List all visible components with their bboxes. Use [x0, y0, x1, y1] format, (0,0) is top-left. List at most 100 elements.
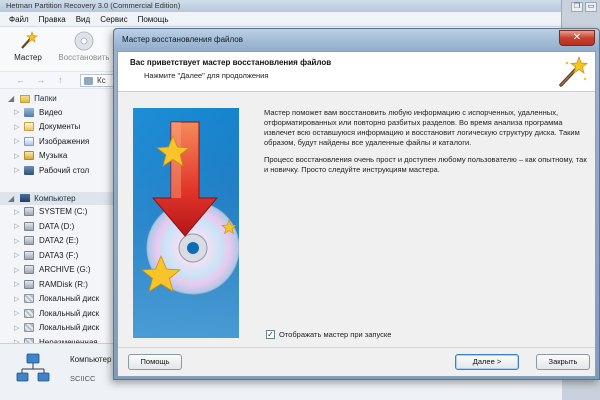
wizard-header-subtitle: Нажмите "Далее" для продолжения — [144, 71, 269, 80]
wizard-illustration — [133, 108, 239, 338]
collapse-arrow-icon[interactable]: ▷ — [14, 137, 24, 145]
images-folder-icon — [24, 136, 34, 146]
tree-item-local-disk-1[interactable]: ▷ Локальный диск — [0, 292, 120, 307]
collapse-arrow-icon[interactable]: ▷ — [14, 166, 24, 174]
documents-folder-icon — [24, 122, 34, 132]
tree-item-local-disk-2[interactable]: ▷ Локальный диск — [0, 306, 120, 321]
drive-icon — [24, 250, 34, 260]
recovery-wizard-dialog: Мастер восстановления файлов ✕ Вас приве… — [113, 28, 600, 380]
computer-icon — [20, 194, 31, 202]
collapse-arrow-icon[interactable]: ▷ — [14, 251, 24, 259]
collapse-arrow-icon[interactable]: ▷ — [14, 222, 24, 230]
desktop-folder-icon — [24, 165, 34, 175]
collapse-arrow-icon[interactable]: ▷ — [14, 208, 24, 216]
tree-item-local-disk-3[interactable]: ▷ Локальный диск — [0, 321, 120, 336]
back-arrow-icon[interactable]: ← — [16, 75, 25, 85]
folder-tree: ◢ Папки ▷ Видео ▷ Документы ▷ Изображени… — [0, 92, 120, 350]
tree-item-drive-d[interactable]: ▷ DATA (D:) — [0, 219, 120, 234]
address-text: Кс — [97, 76, 106, 85]
tree-item-drive-e[interactable]: ▷ DATA2 (E:) — [0, 234, 120, 249]
collapse-arrow-icon[interactable]: ▷ — [14, 123, 24, 131]
drive-icon — [24, 236, 34, 246]
restore-window-icon[interactable]: ❐ — [571, 2, 583, 12]
expand-arrow-icon[interactable]: ◢ — [8, 94, 14, 103]
collapse-arrow-icon[interactable]: ▷ — [14, 324, 24, 332]
disc-icon — [74, 31, 94, 51]
wizard-titlebar[interactable]: Мастер восстановления файлов ✕ — [114, 29, 599, 51]
collapse-arrow-icon[interactable]: ▷ — [14, 280, 24, 288]
tree-item-drive-f[interactable]: ▷ DATA3 (F:) — [0, 248, 120, 263]
tree-item-drive-g[interactable]: ▷ ARCHIVE (G:) — [0, 263, 120, 278]
show-on-startup-row[interactable]: ✓ Отображать мастер при запуске — [266, 330, 391, 339]
tree-header-computer[interactable]: ◢ Компьютер — [0, 191, 120, 205]
wizard-description: Мастер поможет вам восстановить любую ин… — [264, 108, 590, 182]
collapse-arrow-icon[interactable]: ▷ — [14, 152, 24, 160]
tree-item-label: ARCHIVE (G:) — [39, 265, 91, 275]
up-arrow-icon[interactable]: ↑ — [58, 75, 63, 85]
magic-wand-icon — [18, 31, 38, 51]
status-name: Компьютер — [70, 355, 112, 364]
tree-item-label: Локальный диск — [39, 308, 100, 318]
tree-item-images[interactable]: ▷ Изображения — [0, 134, 120, 149]
close-button[interactable]: Закрыть — [536, 354, 590, 370]
wizard-body: Вас приветствует мастер восстановления ф… — [117, 51, 596, 377]
collapse-arrow-icon[interactable]: ▷ — [14, 108, 24, 116]
folder-icon — [20, 94, 31, 103]
tree-item-label: Изображения — [39, 136, 90, 146]
drive-icon — [24, 279, 34, 289]
tree-item-label: Рабочий стол — [39, 165, 90, 175]
tree-header-folders-label: Папки — [34, 94, 57, 103]
computer-icon — [84, 77, 93, 85]
menu-edit[interactable]: Правка — [39, 15, 66, 24]
expand-arrow-icon[interactable]: ◢ — [8, 194, 14, 203]
tree-item-drive-c[interactable]: ▷ SYSTEM (C:) — [0, 205, 120, 220]
show-on-startup-checkbox[interactable]: ✓ — [266, 330, 275, 339]
tree-item-label: Документы — [39, 122, 81, 132]
wizard-button[interactable]: Мастер — [6, 31, 50, 62]
tree-item-label: SYSTEM (C:) — [39, 207, 88, 217]
tree-header-folders[interactable]: ◢ Папки — [0, 92, 120, 105]
main-window-title: Hetman Partition Recovery 3.0 (Commercia… — [6, 1, 181, 10]
forward-arrow-icon[interactable]: → — [36, 75, 45, 85]
tree-item-label: Видео — [39, 107, 63, 117]
close-icon[interactable]: ✕ — [559, 30, 595, 46]
music-folder-icon — [24, 151, 34, 161]
unallocated-drive-icon — [24, 308, 34, 318]
tree-item-drive-r[interactable]: ▷ RAMDisk (R:) — [0, 277, 120, 292]
collapse-arrow-icon[interactable]: ▷ — [14, 295, 24, 303]
minimize-window-icon[interactable]: ▭ — [585, 2, 597, 12]
tree-item-label: DATA (D:) — [39, 221, 75, 231]
menu-help[interactable]: Помощь — [138, 15, 169, 24]
tree-item-documents[interactable]: ▷ Документы — [0, 120, 120, 135]
collapse-arrow-icon[interactable]: ▷ — [14, 309, 24, 317]
tree-item-music[interactable]: ▷ Музыка — [0, 149, 120, 164]
drive-icon — [24, 207, 34, 217]
drive-icon — [24, 221, 34, 231]
wizard-header: Вас приветствует мастер восстановления ф… — [118, 52, 595, 92]
menu-file[interactable]: Файл — [9, 15, 29, 24]
restore-button[interactable]: Восстановить — [56, 31, 112, 62]
tree-item-label: DATA3 (F:) — [39, 250, 79, 260]
restore-button-label: Восстановить — [58, 53, 110, 62]
menu-view[interactable]: Вид — [76, 15, 90, 24]
main-titlebar[interactable]: Hetman Partition Recovery 3.0 (Commercia… — [0, 0, 561, 12]
tree-item-label: Локальный диск — [39, 323, 100, 333]
tree-item-label: RAMDisk (R:) — [39, 279, 88, 289]
tree-item-video[interactable]: ▷ Видео — [0, 105, 120, 120]
wizard-button-label: Мастер — [14, 53, 42, 62]
menu-tools[interactable]: Сервис — [100, 15, 127, 24]
magic-wand-icon — [555, 55, 589, 89]
next-button[interactable]: Далее > — [455, 354, 519, 370]
video-folder-icon — [24, 107, 34, 117]
status-subtitle: SCIICC — [70, 374, 96, 383]
collapse-arrow-icon[interactable]: ▷ — [14, 237, 24, 245]
collapse-arrow-icon[interactable]: ▷ — [14, 266, 24, 274]
tree-header-computer-label: Компьютер — [34, 193, 76, 203]
footer-divider — [118, 347, 595, 348]
tree-item-label: Локальный диск — [39, 294, 100, 304]
network-computer-icon — [16, 352, 50, 386]
tree-item-desktop[interactable]: ▷ Рабочий стол — [0, 163, 120, 178]
help-button[interactable]: Помощь — [128, 354, 182, 370]
wizard-header-title: Вас приветствует мастер восстановления ф… — [130, 58, 332, 67]
